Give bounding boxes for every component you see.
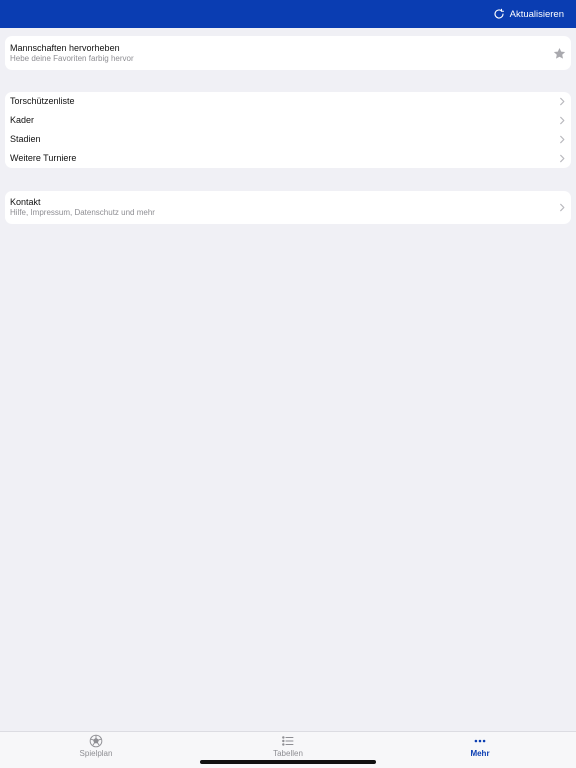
tab-label: Tabellen xyxy=(273,749,303,758)
list-item-torschuetzenliste[interactable]: Torschützenliste xyxy=(5,92,571,111)
list-icon xyxy=(281,734,295,749)
highlight-teams-subtitle: Hebe deine Favoriten farbig hervor xyxy=(10,53,134,63)
more-options-list-rows: Torschützenliste Kader Stadien Weitere T… xyxy=(5,92,571,168)
highlight-teams-text: Mannschaften hervorheben Hebe deine Favo… xyxy=(10,43,134,64)
chevron-right-icon xyxy=(559,97,566,106)
chevron-right-icon xyxy=(559,135,566,144)
refresh-button[interactable]: Aktualisieren xyxy=(493,8,564,20)
refresh-label: Aktualisieren xyxy=(509,8,564,20)
list-item-label: Weitere Turniere xyxy=(10,153,77,163)
contact-card: Kontakt Hilfe, Impressum, Datenschutz un… xyxy=(5,191,571,224)
refresh-icon xyxy=(493,8,505,20)
chevron-right-icon xyxy=(559,116,566,125)
app-root: Aktualisieren Mannschaften hervorheben H… xyxy=(0,0,576,768)
tab-label: Spielplan xyxy=(79,749,113,758)
contact-subtitle: Hilfe, Impressum, Datenschutz und mehr xyxy=(10,208,155,217)
tab-label: Mehr xyxy=(470,749,490,758)
list-item-label: Torschützenliste xyxy=(10,96,75,106)
contact-title: Kontakt xyxy=(10,197,41,207)
contact-text: Kontakt Hilfe, Impressum, Datenschutz un… xyxy=(10,197,155,218)
list-item-weitere-turniere[interactable]: Weitere Turniere xyxy=(5,149,571,168)
contact-row[interactable]: Kontakt Hilfe, Impressum, Datenschutz un… xyxy=(5,191,571,224)
highlight-teams-card: Mannschaften hervorheben Hebe deine Favo… xyxy=(5,36,571,70)
chevron-right-icon xyxy=(559,154,566,163)
soccer-ball-icon xyxy=(89,734,103,749)
more-icon xyxy=(473,734,487,749)
chevron-right-icon xyxy=(559,203,566,212)
list-item-kader[interactable]: Kader xyxy=(5,111,571,130)
home-indicator xyxy=(200,760,376,764)
tab-spielplan[interactable]: Spielplan xyxy=(0,732,192,768)
star-icon[interactable] xyxy=(553,47,566,60)
tab-mehr[interactable]: Mehr xyxy=(384,732,576,768)
list-item-label: Stadien xyxy=(10,134,41,144)
list-item-label: Kader xyxy=(10,115,35,125)
top-navigation-bar: Aktualisieren xyxy=(0,0,576,28)
highlight-teams-title: Mannschaften hervorheben xyxy=(10,42,120,53)
list-item-stadien[interactable]: Stadien xyxy=(5,130,571,149)
highlight-teams-row[interactable]: Mannschaften hervorheben Hebe deine Favo… xyxy=(5,36,571,70)
